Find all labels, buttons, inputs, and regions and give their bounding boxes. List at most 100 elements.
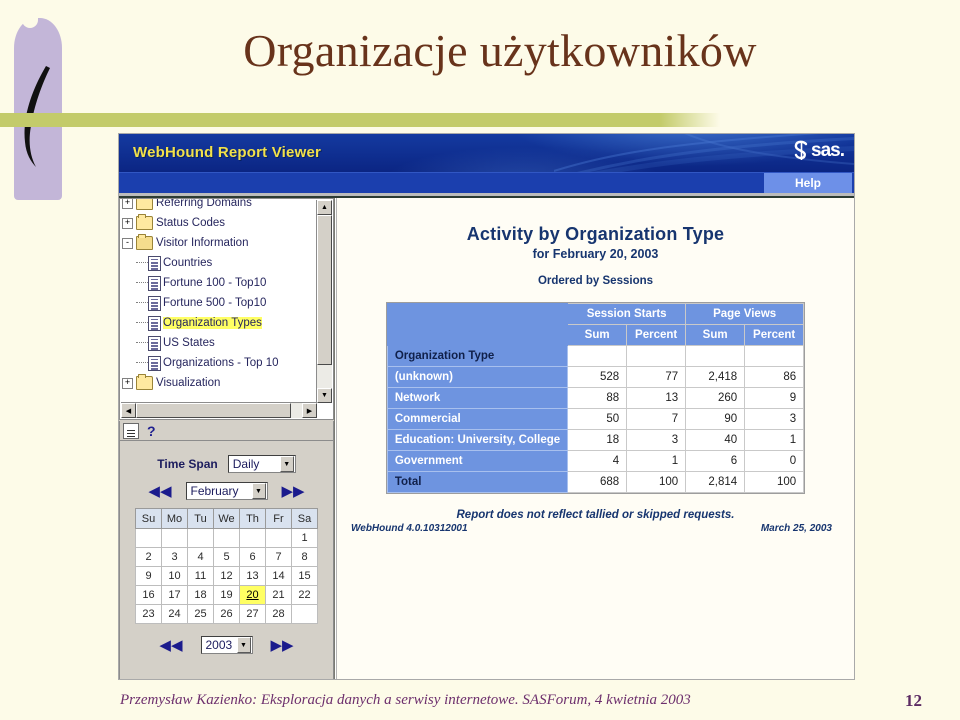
calendar-day-28[interactable]: 28 — [265, 604, 292, 624]
table-cell: 2,814 — [685, 471, 746, 493]
table-cell: 1 — [626, 450, 687, 472]
calendar-day-4[interactable]: 4 — [187, 547, 214, 567]
calendar-weekday-fr: Fr — [265, 508, 292, 529]
table-cell: 18 — [567, 429, 628, 451]
calendar-day-13[interactable]: 13 — [239, 566, 266, 586]
previous-month-button[interactable]: ◀◀ — [148, 484, 171, 499]
document-icon — [148, 255, 161, 271]
table-row-label: Education: University, College — [386, 429, 569, 451]
list-icon[interactable] — [123, 422, 139, 439]
tree-scroll-right-button[interactable]: ▶ — [302, 403, 317, 418]
tree-item-label: US States — [163, 337, 215, 349]
report-product-version: WebHound 4.0.10312001 — [351, 523, 468, 534]
help-button[interactable]: Help — [764, 173, 852, 193]
calendar-weekday-row: Su Mo Tu We Th Fr Sa — [135, 508, 318, 529]
calendar-day-8[interactable]: 8 — [291, 547, 318, 567]
calendar-day-16[interactable]: 16 — [135, 585, 162, 605]
year-select[interactable]: 2003 ▼ — [200, 636, 253, 654]
tree-item-fortune-100-top10[interactable]: Fortune 100 - Top10 — [122, 273, 320, 293]
tree-scroll-down-button[interactable]: ▼ — [317, 388, 332, 403]
page-title: Organizacje użytkowników — [243, 25, 757, 76]
tree-item-label: Status Codes — [156, 217, 226, 229]
table-cell: 9 — [744, 387, 805, 409]
month-select[interactable]: February ▼ — [185, 482, 268, 500]
tree-item-organizations-top-10[interactable]: Organizations - Top 10 — [122, 353, 320, 373]
calendar-day-3[interactable]: 3 — [161, 547, 188, 567]
calendar-day-14[interactable]: 14 — [265, 566, 292, 586]
tree-item-referring-domains[interactable]: + Referring Domains — [122, 199, 320, 213]
calendar-weekday-mo: Mo — [161, 508, 188, 529]
tree-item-us-states[interactable]: US States — [122, 333, 320, 353]
tree-connector — [136, 282, 148, 284]
calendar-day-empty — [135, 528, 162, 548]
calendar-day-15[interactable]: 15 — [291, 566, 318, 586]
tree-vscroll-thumb[interactable] — [317, 215, 332, 365]
calendar-day-22[interactable]: 22 — [291, 585, 318, 605]
tree-scroll-left-button[interactable]: ◀ — [121, 403, 136, 418]
calendar-day-26[interactable]: 26 — [213, 604, 240, 624]
calendar-body: 1 2 3 4 5 6 7 8 9 10 11 12 13 14 15 16 17 18 19 20 21 22 23 24 2… — [135, 528, 318, 624]
calendar-day-1[interactable]: 1 — [291, 528, 318, 548]
table-cell: 88 — [567, 387, 628, 409]
calendar-day-5[interactable]: 5 — [213, 547, 240, 567]
tree-item-status-codes[interactable]: + Status Codes — [122, 213, 320, 233]
tree-item-label: Visitor Information — [156, 237, 249, 249]
table-cell: 3 — [744, 408, 805, 430]
calendar-week-row: 23 24 25 26 27 28 — [135, 604, 318, 624]
folder-icon — [136, 374, 153, 390]
document-icon — [148, 335, 161, 351]
tree-vertical-scrollbar[interactable]: ▲ ▼ — [316, 200, 332, 403]
table-row: Organization Type — [386, 345, 805, 367]
table-cell: 688 — [567, 471, 628, 493]
tree-scroll-up-button[interactable]: ▲ — [317, 200, 332, 215]
help-question-icon[interactable]: ? — [147, 423, 156, 439]
calendar-week-row: 16 17 18 19 20 21 22 — [135, 585, 318, 605]
tree-expander-icon[interactable]: + — [122, 217, 133, 229]
tree-item-label: Organizations - Top 10 — [163, 357, 279, 369]
calendar-day-empty — [213, 528, 240, 548]
calendar-day-20[interactable]: 20 — [239, 585, 266, 605]
calendar-table: Su Mo Tu We Th Fr Sa 1 2 3 4 5 6 7 8 9 10 11 12 13 14 15 16 17… — [135, 508, 318, 624]
table-cell — [626, 345, 687, 367]
calendar-day-12[interactable]: 12 — [213, 566, 240, 586]
calendar-weekday-tu: Tu — [187, 508, 214, 529]
tree-expander-icon[interactable]: + — [122, 199, 133, 209]
activity-table: Session Starts Page Views Sum Percent Sum P… — [386, 303, 805, 493]
calendar-day-11[interactable]: 11 — [187, 566, 214, 586]
calendar-day-24[interactable]: 24 — [161, 604, 188, 624]
calendar-day-2[interactable]: 2 — [135, 547, 162, 567]
next-month-button[interactable]: ▶▶ — [282, 484, 305, 499]
tree-item-organization-types[interactable]: Organization Types — [122, 313, 320, 333]
calendar-day-25[interactable]: 25 — [187, 604, 214, 624]
tree-item-visitor-information[interactable]: - Visitor Information — [122, 233, 320, 253]
document-icon — [148, 315, 161, 331]
tree-hscroll-thumb[interactable] — [136, 403, 291, 418]
calendar-day-23[interactable]: 23 — [135, 604, 162, 624]
previous-year-button[interactable]: ◀◀ — [159, 638, 182, 653]
next-year-button[interactable]: ▶▶ — [271, 638, 294, 653]
table-row: (unknown) 528 77 2,418 86 — [386, 366, 805, 388]
tree-horizontal-scrollbar[interactable]: ◀ ▶ — [121, 402, 317, 418]
group-header-session-starts: Session Starts — [567, 303, 687, 325]
calendar-day-27[interactable]: 27 — [239, 604, 266, 624]
tree-item-fortune-500-top10[interactable]: Fortune 500 - Top10 — [122, 293, 320, 313]
table-cell — [744, 345, 805, 367]
calendar-day-18[interactable]: 18 — [187, 585, 214, 605]
tree-expander-icon[interactable]: - — [122, 237, 133, 249]
tree-item-visualization[interactable]: + Visualization — [122, 373, 320, 393]
time-span-select[interactable]: Daily ▼ — [227, 455, 296, 473]
calendar-day-7[interactable]: 7 — [265, 547, 292, 567]
chevron-down-icon: ▼ — [251, 483, 266, 499]
report-tree-list: + Referring Domains + Status Codes - Visitor … — [120, 199, 320, 393]
calendar-day-10[interactable]: 10 — [161, 566, 188, 586]
calendar-day-9[interactable]: 9 — [135, 566, 162, 586]
calendar-day-21[interactable]: 21 — [265, 585, 292, 605]
calendar-day-19[interactable]: 19 — [213, 585, 240, 605]
tree-item-countries[interactable]: Countries — [122, 253, 320, 273]
calendar-day-6[interactable]: 6 — [239, 547, 266, 567]
calendar-day-17[interactable]: 17 — [161, 585, 188, 605]
table-row: Network 88 13 260 9 — [386, 387, 805, 409]
tree-expander-icon[interactable]: + — [122, 377, 133, 389]
slide-footer: Przemysław Kazienko: Eksploracja danych … — [120, 691, 940, 710]
table-subheader-1-percent: Percent — [626, 324, 687, 346]
